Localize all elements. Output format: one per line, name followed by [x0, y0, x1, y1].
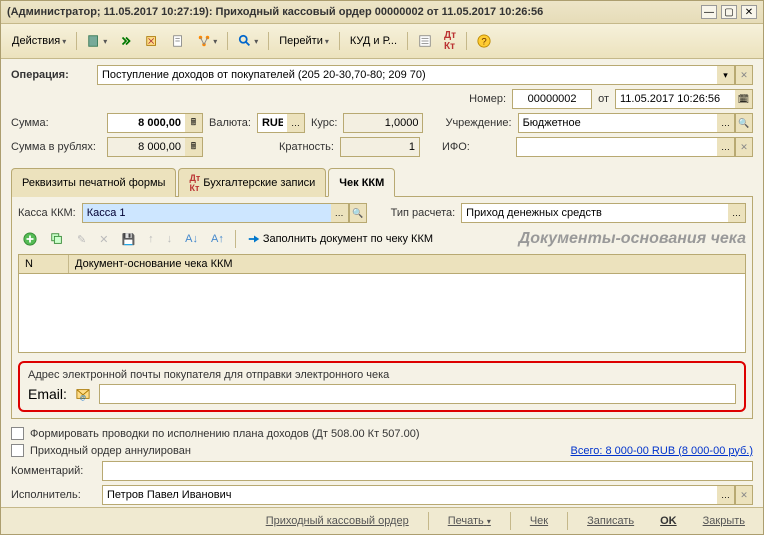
operation-label: Операция:: [11, 69, 91, 81]
col-doc[interactable]: Документ-основание чека ККМ: [69, 255, 745, 273]
delete-row-icon[interactable]: ✕: [94, 230, 113, 249]
docs-header: Документы-основания чека: [519, 230, 746, 248]
email-field[interactable]: [99, 384, 736, 404]
edit-row-icon[interactable]: ✎: [72, 230, 91, 249]
list-icon[interactable]: [413, 31, 437, 51]
tab-chek-kkm[interactable]: Чек ККМ: [328, 168, 395, 197]
svg-text:?: ?: [481, 37, 486, 48]
currency-field[interactable]: [257, 113, 287, 133]
number-field[interactable]: [512, 89, 592, 109]
window-title: (Администратор; 11.05.2017 10:27:19): Пр…: [7, 6, 701, 18]
email-section-label: Адрес электронной почты покупателя для о…: [28, 369, 736, 381]
email-label: Email:: [28, 386, 67, 402]
maximize-button[interactable]: ▢: [721, 5, 737, 19]
date-picker-button[interactable]: 🗓: [735, 89, 753, 109]
move-down-icon[interactable]: ↓: [162, 230, 178, 248]
close-button[interactable]: ✕: [741, 5, 757, 19]
goto-menu[interactable]: Перейти ▾: [274, 32, 334, 50]
calculator-icon[interactable]: 🖩: [185, 113, 203, 133]
add-row-icon[interactable]: [18, 229, 42, 249]
tab-accounting[interactable]: ДтКтБухгалтерские записи: [178, 168, 326, 197]
multiplicity-field: [340, 137, 420, 157]
rate-field: [343, 113, 423, 133]
ifo-field[interactable]: [516, 137, 717, 157]
email-section: Адрес электронной почты покупателя для о…: [18, 361, 746, 412]
executor-label: Исполнитель:: [11, 489, 96, 501]
chk-annul[interactable]: [11, 444, 24, 457]
copy-row-icon[interactable]: [45, 229, 69, 249]
kudir-button[interactable]: КУД и Р...: [345, 32, 402, 50]
multiplicity-label: Кратность:: [279, 141, 334, 153]
email-icon: @: [75, 386, 91, 402]
tab-requisites[interactable]: Реквизиты печатной формы: [11, 168, 176, 197]
comment-field[interactable]: [102, 461, 753, 481]
currency-label: Валюта:: [209, 117, 251, 129]
operation-clear[interactable]: ✕: [735, 65, 753, 85]
sort-desc-icon[interactable]: A↑: [206, 230, 229, 248]
institution-select-button[interactable]: …: [717, 113, 735, 133]
ok-button[interactable]: OK: [650, 512, 687, 530]
institution-label: Учреждение:: [445, 117, 511, 129]
operation-dropdown[interactable]: ▾: [717, 65, 735, 85]
executor-select-button[interactable]: …: [717, 485, 735, 505]
chk-form-provodki[interactable]: [11, 427, 24, 440]
ifo-clear-button[interactable]: ✕: [735, 137, 753, 157]
table-body[interactable]: [19, 274, 745, 352]
move-up-icon[interactable]: ↑: [143, 230, 159, 248]
tip-select-button[interactable]: …: [728, 203, 746, 223]
kassa-label: Касса ККМ:: [18, 207, 76, 219]
ifo-label: ИФО:: [442, 141, 510, 153]
tip-label: Тип расчета:: [391, 207, 456, 219]
post-icon[interactable]: [140, 31, 164, 51]
svg-text:@: @: [80, 394, 86, 401]
actions-menu[interactable]: Действия ▾: [7, 32, 71, 50]
kassa-open-button[interactable]: 🔍: [349, 203, 367, 223]
sum-field[interactable]: [107, 113, 185, 133]
find-icon[interactable]: ▾: [233, 31, 263, 51]
docs-table: N Документ-основание чека ККМ: [18, 254, 746, 353]
main-toolbar: Действия ▾ ▾ ▾ ▾ Перейти ▾ КУД и Р... Дт…: [1, 24, 763, 59]
col-n[interactable]: N: [19, 255, 69, 273]
save-button[interactable]: Записать: [577, 512, 644, 530]
report-icon[interactable]: ▾: [82, 31, 112, 51]
document-icon[interactable]: [166, 31, 190, 51]
tab-bar: Реквизиты печатной формы ДтКтБухгалтерск…: [11, 167, 753, 197]
chk2-label: Приходный ордер аннулирован: [30, 445, 191, 457]
calculator2-icon[interactable]: 🖩: [185, 137, 203, 157]
structure-icon[interactable]: ▾: [192, 31, 222, 51]
footer: Приходный кассовый ордер Печать ▾ Чек За…: [1, 507, 763, 534]
help-icon[interactable]: ?: [472, 31, 496, 51]
date-field[interactable]: [615, 89, 735, 109]
institution-field[interactable]: [518, 113, 717, 133]
tip-field[interactable]: [461, 203, 728, 223]
chek-button[interactable]: Чек: [520, 512, 558, 530]
order-button[interactable]: Приходный кассовый ордер: [256, 512, 419, 530]
sum-rub-label: Сумма в рублях:: [11, 141, 101, 153]
comment-label: Комментарий:: [11, 465, 96, 477]
number-label: Номер:: [469, 93, 506, 105]
institution-open-button[interactable]: 🔍: [735, 113, 753, 133]
executor-field[interactable]: [102, 485, 717, 505]
currency-select-button[interactable]: …: [287, 113, 305, 133]
minimize-button[interactable]: —: [701, 5, 717, 19]
sum-label: Сумма:: [11, 117, 101, 129]
executor-clear-button[interactable]: ✕: [735, 485, 753, 505]
sum-rub-field: [107, 137, 185, 157]
refresh-icon[interactable]: [114, 31, 138, 51]
print-button[interactable]: Печать ▾: [438, 512, 501, 530]
kassa-field[interactable]: [82, 203, 331, 223]
from-label: от: [598, 93, 609, 105]
dk-icon[interactable]: ДтКт: [439, 27, 461, 55]
save-icon[interactable]: 💾: [116, 230, 140, 249]
ifo-select-button[interactable]: …: [717, 137, 735, 157]
sort-asc-icon[interactable]: A↓: [180, 230, 203, 248]
chk1-label: Формировать проводки по исполнению плана…: [30, 428, 420, 440]
rate-label: Курс:: [311, 117, 337, 129]
operation-select[interactable]: [97, 65, 717, 85]
titlebar: (Администратор; 11.05.2017 10:27:19): Пр…: [1, 1, 763, 24]
close-footer-button[interactable]: Закрыть: [693, 512, 755, 530]
total-link[interactable]: Всего: 8 000-00 RUB (8 000-00 руб.): [571, 445, 754, 457]
kassa-select-button[interactable]: …: [331, 203, 349, 223]
fill-doc-button[interactable]: Заполнить документ по чеку ККМ: [242, 229, 438, 249]
